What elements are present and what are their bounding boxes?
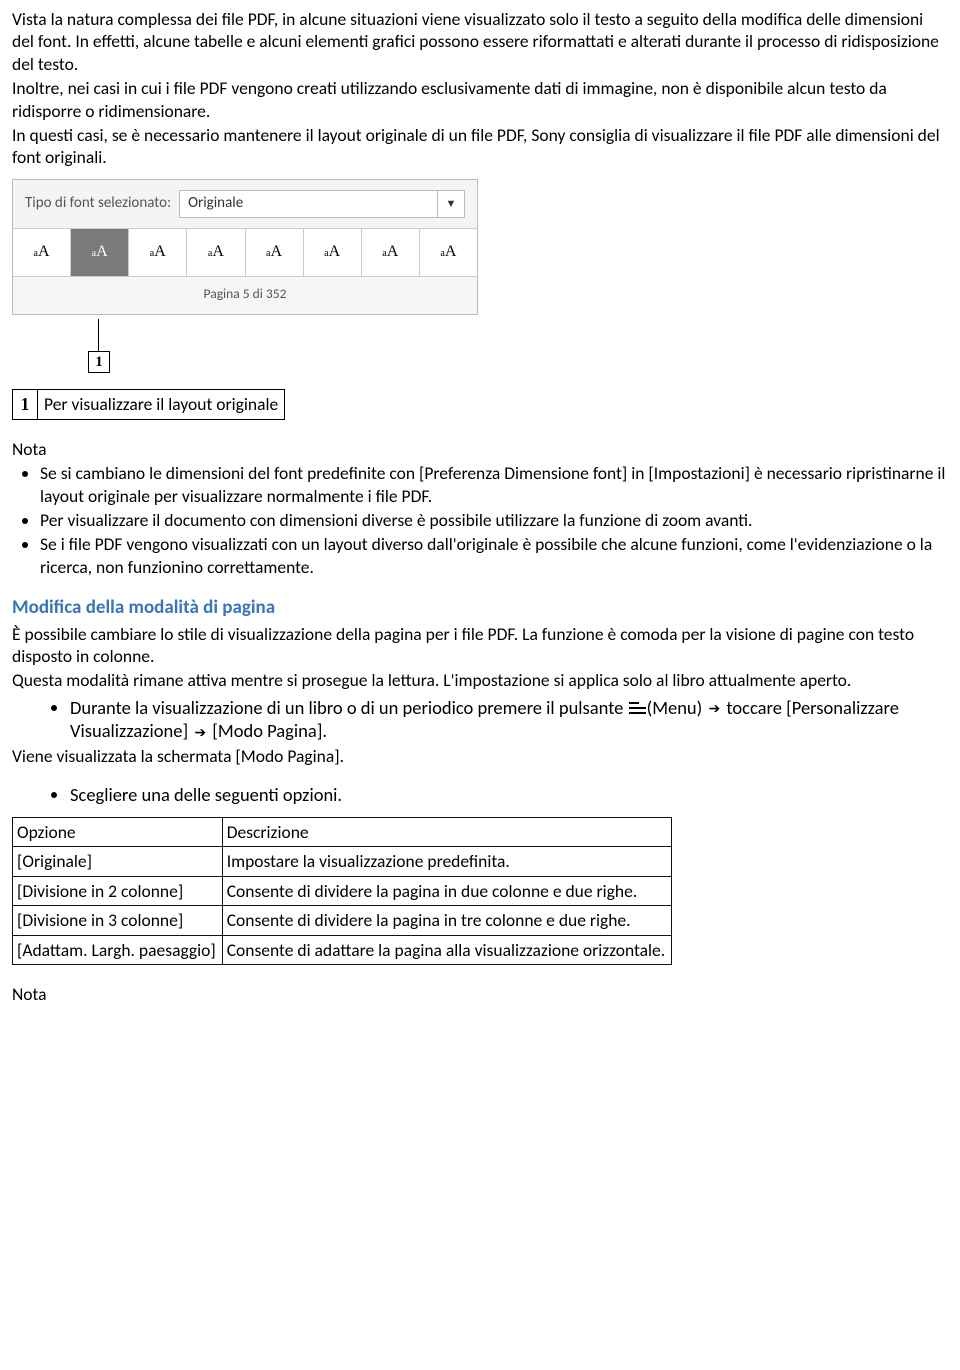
nota-list-1: Se si cambiano le dimensioni del font pr… bbox=[12, 462, 948, 578]
arrow-right-icon: ➔ bbox=[194, 724, 206, 742]
font-size-option-1[interactable]: aA bbox=[13, 229, 71, 276]
list-item: Se i file PDF vengono visualizzati con u… bbox=[40, 533, 948, 578]
chevron-down-icon: ▼ bbox=[437, 191, 464, 217]
font-size-option-8[interactable]: aA bbox=[420, 229, 477, 276]
option-cell: [Originale] bbox=[13, 847, 223, 876]
description-cell: Consente di adattare la pagina alla visu… bbox=[222, 935, 671, 964]
step1-text-d: [Modo Pagina]. bbox=[208, 719, 327, 742]
font-size-option-4[interactable]: aA bbox=[187, 229, 245, 276]
section2-p3: Viene visualizzata la schermata [Modo Pa… bbox=[12, 745, 948, 767]
section2-p2: Questa modalità rimane attiva mentre si … bbox=[12, 669, 948, 691]
description-cell: Consente di dividere la pagina in due co… bbox=[222, 876, 671, 905]
font-size-option-3[interactable]: aA bbox=[129, 229, 187, 276]
intro-p1: Vista la natura complessa dei file PDF, … bbox=[12, 8, 948, 75]
font-size-option-6[interactable]: aA bbox=[304, 229, 362, 276]
page-status: Pagina 5 di 352 bbox=[13, 276, 477, 314]
intro-block: Vista la natura complessa dei file PDF, … bbox=[12, 8, 948, 169]
font-size-selector-illustration: Tipo di font selezionato: Originale ▼ aA… bbox=[12, 179, 478, 316]
section-heading-page-mode: Modifica della modalità di pagina bbox=[12, 596, 948, 620]
callout-number: 1 bbox=[88, 351, 110, 373]
font-type-dropdown[interactable]: Originale ▼ bbox=[179, 190, 465, 218]
option-cell: [Divisione in 3 colonne] bbox=[13, 906, 223, 935]
step-list-1: Durante la visualizzazione di un libro o… bbox=[12, 696, 948, 743]
step1-text-b: (Menu) bbox=[647, 696, 707, 719]
step1-text-a: Durante la visualizzazione di un libro o… bbox=[70, 696, 628, 719]
options-table: Opzione Descrizione [Originale] Impostar… bbox=[12, 817, 672, 965]
list-item: Durante la visualizzazione di un libro o… bbox=[70, 696, 948, 743]
section2-p1: È possibile cambiare lo stile di visuali… bbox=[12, 623, 948, 668]
intro-p2: Inoltre, nei casi in cui i file PDF veng… bbox=[12, 77, 948, 122]
font-size-option-5[interactable]: aA bbox=[246, 229, 304, 276]
legend-number: 1 bbox=[13, 390, 38, 419]
menu-icon bbox=[629, 702, 646, 717]
font-size-option-7[interactable]: aA bbox=[362, 229, 420, 276]
table-row: [Divisione in 3 colonne] Consente di div… bbox=[13, 906, 672, 935]
list-item: Scegliere una delle seguenti opzioni. bbox=[70, 783, 948, 807]
list-item: Se si cambiano le dimensioni del font pr… bbox=[40, 462, 948, 507]
table-row: [Originale] Impostare la visualizzazione… bbox=[13, 847, 672, 876]
callout: 1 bbox=[12, 319, 476, 373]
col-header-option: Opzione bbox=[13, 818, 223, 847]
arrow-right-icon: ➔ bbox=[708, 700, 720, 718]
description-cell: Impostare la visualizzazione predefinita… bbox=[222, 847, 671, 876]
list-item: Per visualizzare il documento con dimens… bbox=[40, 509, 948, 531]
table-header-row: Opzione Descrizione bbox=[13, 818, 672, 847]
option-cell: [Adattam. Largh. paesaggio] bbox=[13, 935, 223, 964]
step-list-2: Scegliere una delle seguenti opzioni. bbox=[12, 783, 948, 807]
intro-p3: In questi casi, se è necessario mantener… bbox=[12, 124, 948, 169]
table-row: [Adattam. Largh. paesaggio] Consente di … bbox=[13, 935, 672, 964]
option-cell: [Divisione in 2 colonne] bbox=[13, 876, 223, 905]
legend-table: 1 Per visualizzare il layout originale bbox=[12, 389, 285, 419]
font-type-value: Originale bbox=[180, 194, 437, 213]
description-cell: Consente di dividere la pagina in tre co… bbox=[222, 906, 671, 935]
font-type-label: Tipo di font selezionato: bbox=[25, 194, 171, 213]
col-header-description: Descrizione bbox=[222, 818, 671, 847]
legend-text: Per visualizzare il layout originale bbox=[38, 390, 285, 419]
nota-heading-2: Nota bbox=[12, 983, 948, 1005]
table-row: [Divisione in 2 colonne] Consente di div… bbox=[13, 876, 672, 905]
nota-heading-1: Nota bbox=[12, 438, 948, 460]
font-size-row: aA aA aA aA aA aA aA aA bbox=[13, 229, 477, 276]
font-size-option-2[interactable]: aA bbox=[71, 229, 129, 276]
